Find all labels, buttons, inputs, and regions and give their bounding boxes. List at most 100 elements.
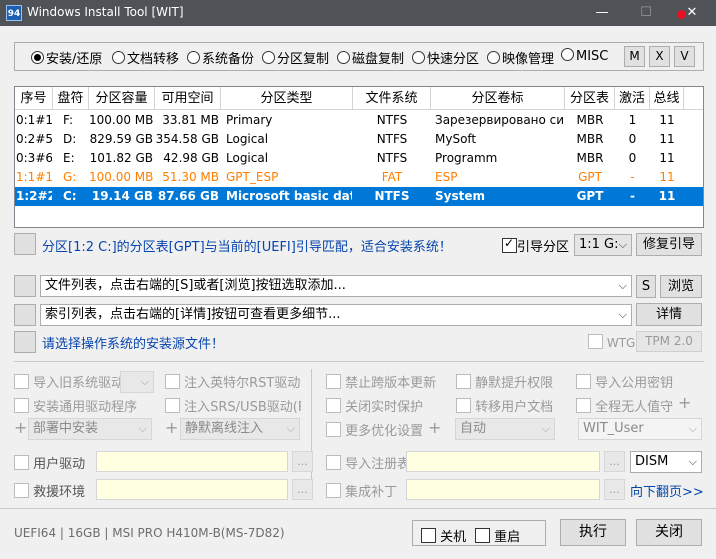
- cell-type: Logical: [226, 132, 269, 146]
- s-button[interactable]: S: [636, 275, 656, 298]
- col-header[interactable]: 分区表: [565, 87, 615, 110]
- inject-srs-usb-checkbox[interactable]: 注入SRS/USB驱动(F: [165, 396, 301, 415]
- import-public-key-checkbox[interactable]: 导入公用密钥: [576, 372, 680, 391]
- footer-divider: [0, 508, 716, 509]
- table-row-esp[interactable]: 1:1#1 G: 100.00 MB 51.30 MB GPT_ESP FAT …: [15, 168, 703, 187]
- file-list-toggle[interactable]: [14, 275, 36, 297]
- browse-button[interactable]: 浏览: [660, 275, 702, 298]
- checkbox-icon: [421, 528, 436, 543]
- radio-misc[interactable]: MISC: [561, 48, 611, 66]
- system-info: UEFI64 | 16GB | MSI PRO H410M-B(MS-7D82): [14, 526, 285, 540]
- minimize-button[interactable]: —: [592, 3, 612, 23]
- col-header[interactable]: 序号: [15, 87, 53, 110]
- close-window-button[interactable]: ✕: [682, 3, 702, 23]
- disable-realtime-protect-checkbox[interactable]: 关闭实时保护: [326, 396, 448, 415]
- import-registry-field[interactable]: [406, 451, 600, 472]
- cell-bus: 11: [658, 189, 676, 203]
- old-driver-select[interactable]: ⌵: [120, 371, 154, 393]
- wtg-checkbox[interactable]: WTG: [588, 334, 635, 350]
- table-row-selected[interactable]: 1:2#2 C: 19.14 GB 87.66 GB Microsoft bas…: [15, 187, 703, 206]
- next-page-link[interactable]: 向下翻页>>: [630, 481, 704, 500]
- title-bar: 94 Windows Install Tool [WIT] — ☐ ✕: [0, 0, 716, 26]
- col-header[interactable]: 盘符: [53, 87, 89, 110]
- integrate-patch-checkbox[interactable]: 集成补丁: [326, 481, 397, 500]
- radio-quick-partition[interactable]: 快速分区: [412, 48, 484, 66]
- checkbox-icon: [576, 398, 591, 413]
- table-row[interactable]: 0:3#6 E: 101.82 GB 42.98 GB Logical NTFS…: [15, 149, 703, 168]
- add-icon[interactable]: +: [678, 393, 691, 412]
- radio-system-backup[interactable]: 系统备份: [187, 48, 259, 66]
- index-list-select[interactable]: 索引列表，点击右端的[详情]按钮可查看更多细节... ⌵: [40, 304, 632, 326]
- shutdown-checkbox[interactable]: 关机: [421, 526, 466, 545]
- import-old-driver-checkbox[interactable]: 导入旧系统驱动: [14, 372, 126, 391]
- integrate-patch-browse-button[interactable]: ...: [604, 479, 625, 500]
- cell-drive: D:: [63, 132, 77, 146]
- rescue-env-field[interactable]: [96, 479, 288, 500]
- x-button[interactable]: X: [649, 46, 670, 67]
- inject-mode-select[interactable]: 静默离线注入 ⌵: [180, 418, 300, 440]
- col-header[interactable]: 分区类型: [221, 87, 353, 110]
- import-registry-checkbox[interactable]: 导入注册表: [326, 453, 408, 472]
- radio-install[interactable]: 安装/还原: [31, 48, 109, 66]
- source-prompt: 请选择操作系统的安装源文件！: [42, 337, 225, 352]
- index-list-toggle[interactable]: [14, 304, 36, 326]
- m-button[interactable]: M: [624, 46, 645, 67]
- radio-doc-transfer[interactable]: 文档转移: [112, 48, 184, 66]
- maximize-button: ☐: [640, 5, 652, 20]
- user-driver-checkbox[interactable]: 用户驱动: [14, 453, 85, 472]
- radio-image-manage[interactable]: 映像管理: [487, 48, 559, 66]
- cell-free: 87.66 GB: [157, 189, 219, 203]
- source-toggle[interactable]: [14, 331, 36, 353]
- col-header[interactable]: 分区容量: [89, 87, 155, 110]
- cell-table: MBR: [576, 132, 604, 146]
- silent-elevate-checkbox[interactable]: 静默提升权限: [456, 372, 562, 391]
- cell-label: System: [435, 189, 485, 203]
- add-icon[interactable]: +: [14, 418, 27, 437]
- col-header[interactable]: 分区卷标: [431, 87, 565, 110]
- add-icon[interactable]: +: [428, 418, 441, 437]
- repair-boot-button[interactable]: 修复引导: [636, 233, 702, 256]
- import-registry-browse-button[interactable]: ...: [604, 451, 625, 472]
- user-driver-field[interactable]: [96, 451, 288, 472]
- tpm-button[interactable]: TPM 2.0: [636, 331, 702, 352]
- inject-rst-driver-checkbox[interactable]: 注入英特尔RST驱动: [165, 372, 301, 391]
- unattended-checkbox[interactable]: 全程无人值守: [576, 396, 674, 415]
- rescue-env-checkbox[interactable]: 救援环境: [14, 481, 85, 500]
- boot-partition-select[interactable]: 1:1 G: ⌵: [574, 234, 632, 256]
- user-driver-browse-button[interactable]: ...: [292, 451, 313, 472]
- checkbox-icon: [14, 374, 29, 389]
- more-optimize-checkbox[interactable]: 更多优化设置: [326, 420, 422, 439]
- radio-disk-copy[interactable]: 磁盘复制: [337, 48, 409, 66]
- checkbox-icon: [14, 483, 29, 498]
- add-icon[interactable]: +: [165, 418, 178, 437]
- table-row[interactable]: 0:1#1 F: 100.00 MB 33.81 MB Primary NTFS…: [15, 111, 703, 130]
- execute-button[interactable]: 执行: [560, 519, 626, 546]
- col-header[interactable]: 文件系统: [353, 87, 431, 110]
- status-indicator[interactable]: [14, 233, 36, 255]
- boot-partition-checkbox[interactable]: 引导分区: [502, 236, 574, 255]
- details-button[interactable]: 详情: [636, 303, 702, 326]
- block-cross-version-checkbox[interactable]: 禁止跨版本更新: [326, 372, 448, 391]
- checkbox-checked-icon: [502, 236, 517, 253]
- close-button[interactable]: 关闭: [636, 519, 702, 546]
- v-button[interactable]: V: [674, 46, 695, 67]
- col-header[interactable]: 可用空间: [155, 87, 221, 110]
- user-select[interactable]: WIT_User ⌵: [578, 418, 702, 440]
- deploy-mode-select[interactable]: 部署中安装 ⌵: [28, 418, 152, 440]
- checkbox-icon: [456, 374, 471, 389]
- col-header[interactable]: 总线: [650, 87, 684, 110]
- transfer-user-docs-checkbox[interactable]: 转移用户文档: [456, 396, 562, 415]
- radio-icon: [487, 51, 500, 64]
- col-header[interactable]: 激活: [615, 87, 650, 110]
- rescue-env-browse-button[interactable]: ...: [292, 479, 313, 500]
- cell-type: Logical: [226, 151, 269, 165]
- radio-partition-copy[interactable]: 分区复制: [262, 48, 334, 66]
- install-generic-driver-checkbox[interactable]: 安装通用驱动程序: [14, 396, 156, 415]
- auto-select[interactable]: 自动 ⌵: [455, 418, 555, 440]
- table-row[interactable]: 0:2#5 D: 829.59 GB 354.58 GB Logical NTF…: [15, 130, 703, 149]
- dism-select[interactable]: DISM ⌵: [630, 451, 702, 473]
- cell-table: MBR: [576, 151, 604, 165]
- integrate-patch-field[interactable]: [406, 479, 600, 500]
- reboot-checkbox[interactable]: 重启: [475, 526, 520, 545]
- file-list-select[interactable]: 文件列表，点击右端的[S]或者[浏览]按钮选取添加... ⌵: [40, 275, 632, 297]
